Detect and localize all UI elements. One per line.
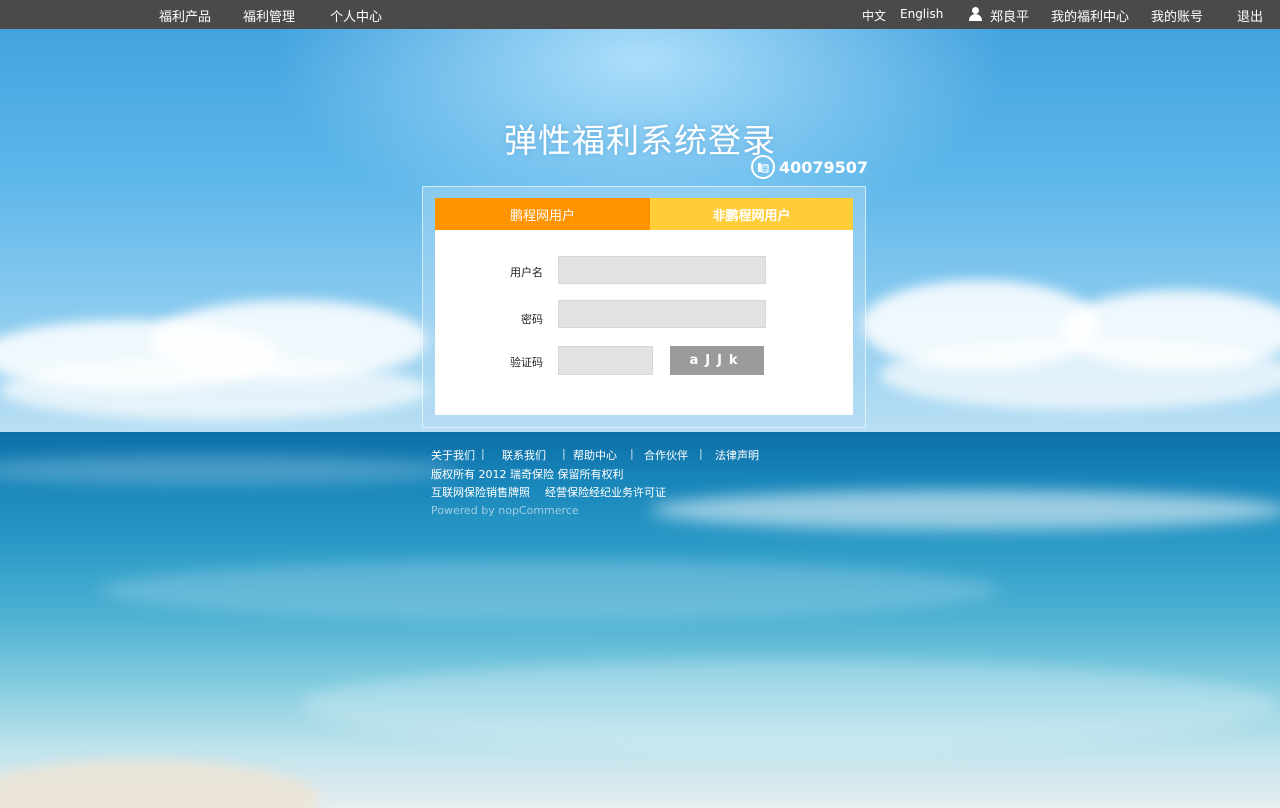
cloud [0, 360, 430, 420]
captcha-input[interactable] [558, 346, 653, 375]
footer-link-partners[interactable]: 合作伙伴 [644, 447, 688, 463]
wave-foam [650, 490, 1280, 530]
top-nav-bar: 福利产品 福利管理 个人中心 中文 English 郑良平 我的福利中心 我的账… [0, 0, 1280, 29]
footer-separator: | [630, 447, 634, 460]
username-input[interactable] [558, 256, 766, 284]
nav-personal-center[interactable]: 个人中心 [330, 6, 382, 25]
wave-foam [300, 660, 1280, 750]
nav-welfare-management[interactable]: 福利管理 [243, 6, 295, 25]
footer-powered-by: Powered by nopCommerce [431, 504, 579, 517]
footer-link-help[interactable]: 帮助中心 [573, 447, 617, 463]
footer-license-broker[interactable]: 经营保险经纪业务许可证 [545, 484, 666, 500]
lang-chinese-link[interactable]: 中文 [862, 7, 886, 24]
captcha-label: 验证码 [510, 356, 543, 369]
password-label: 密码 [521, 313, 543, 326]
username-label: 用户名 [510, 266, 543, 279]
captcha-image[interactable]: aJJk [670, 346, 764, 375]
user-name-link[interactable]: 郑良平 [990, 6, 1029, 25]
footer-separator: | [481, 447, 485, 460]
footer-link-contact[interactable]: 联系我们 [502, 447, 546, 463]
footer-link-about[interactable]: 关于我们 [431, 447, 475, 463]
footer-link-legal[interactable]: 法律声明 [715, 447, 759, 463]
phone-icon [751, 155, 775, 179]
tab-non-pengcheng-user[interactable]: 非鹏程网用户 [650, 198, 853, 230]
nav-my-welfare-center[interactable]: 我的福利中心 [1051, 6, 1129, 25]
lang-english-link[interactable]: English [900, 7, 943, 21]
user-icon [968, 7, 982, 21]
nav-welfare-products[interactable]: 福利产品 [159, 6, 211, 25]
footer-separator: | [562, 447, 566, 460]
page-title: 弹性福利系统登录 [504, 121, 776, 160]
cloud [880, 340, 1280, 410]
password-input[interactable] [558, 300, 766, 328]
footer-copyright: 版权所有 2012 瑞奇保险 保留所有权利 [431, 468, 624, 481]
footer-separator: | [699, 447, 703, 460]
footer-license-sales[interactable]: 互联网保险销售牌照 [431, 484, 530, 500]
wave-foam [100, 560, 1000, 620]
tab-pengcheng-user[interactable]: 鹏程网用户 [435, 198, 650, 230]
logout-link[interactable]: 退出 [1237, 6, 1263, 25]
hotline: 40079507 [751, 155, 868, 179]
nav-my-account[interactable]: 我的账号 [1151, 6, 1203, 25]
hotline-number: 40079507 [779, 157, 869, 177]
